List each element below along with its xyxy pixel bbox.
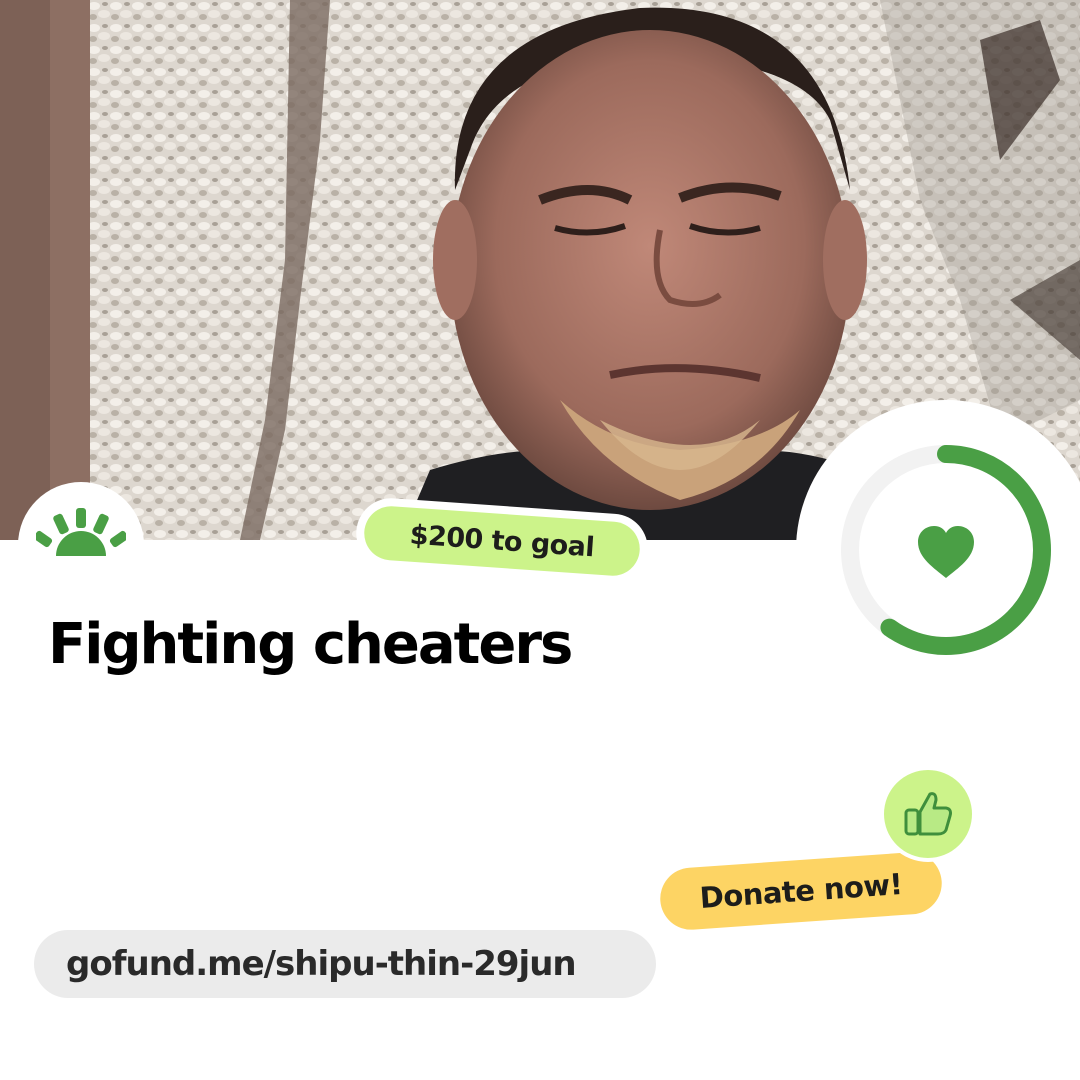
thumbs-up-badge bbox=[880, 766, 976, 862]
thumbs-up-icon bbox=[904, 792, 952, 836]
progress-ring bbox=[841, 445, 1051, 655]
campaign-url-link[interactable]: gofund.me/shipu-thin-29jun bbox=[34, 930, 656, 998]
goal-remaining-label: $200 to goal bbox=[408, 519, 596, 563]
heart-icon bbox=[918, 526, 974, 578]
campaign-title: Fighting cheaters bbox=[48, 612, 573, 677]
campaign-url-text: gofund.me/shipu-thin-29jun bbox=[66, 944, 577, 984]
gofundme-sunrise-logo-icon bbox=[36, 508, 126, 556]
campaign-share-card: $200 to goal Fighting cheaters Donate no… bbox=[0, 0, 1080, 1080]
donate-button-label: Donate now! bbox=[698, 866, 904, 916]
